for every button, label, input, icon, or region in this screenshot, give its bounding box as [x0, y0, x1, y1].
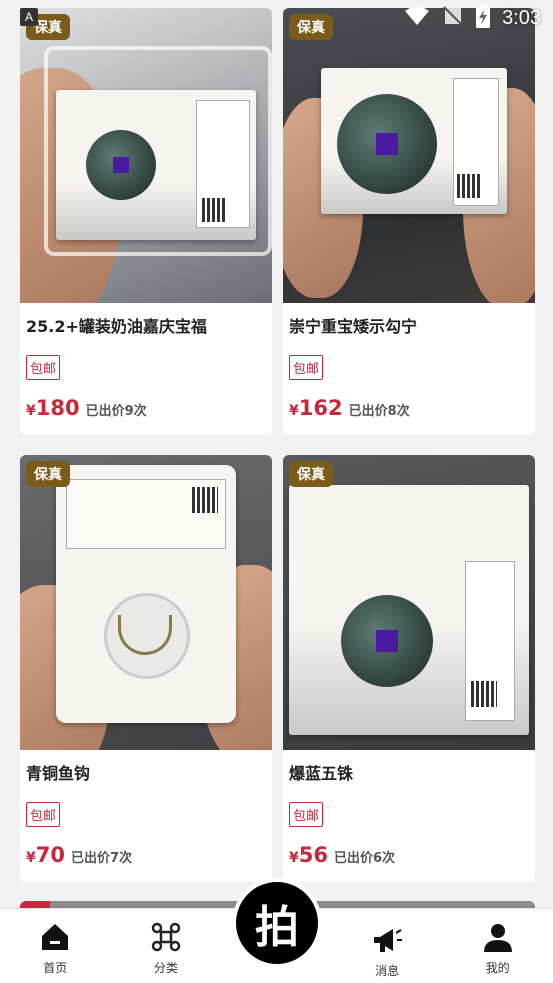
price-row: ¥ 180 已出价9次: [20, 380, 272, 420]
free-shipping-tag: 包邮: [289, 802, 324, 827]
user-icon: [482, 921, 514, 953]
product-price: 180: [35, 396, 80, 420]
nav-category[interactable]: 分类: [111, 909, 222, 983]
nav-mine-label: 我的: [485, 960, 510, 975]
product-image: 保真: [20, 455, 272, 750]
bid-count: 已出价8次: [348, 404, 410, 419]
product-price: 70: [35, 843, 65, 867]
auction-button[interactable]: 拍: [232, 878, 322, 968]
status-bar: 3:03: [404, 0, 553, 36]
product-grid: 保真 25.2+罐装奶油嘉庆宝福 包邮 ¥ 180 已出价9次 保真 崇宁重宝矮…: [20, 8, 535, 882]
product-title: 25.2+罐装奶油嘉庆宝福: [26, 317, 207, 336]
product-image: 保真: [283, 455, 535, 750]
currency-symbol: ¥: [26, 850, 36, 866]
authentic-badge: 保真: [26, 461, 70, 487]
product-card[interactable]: 保真 青铜鱼钩 包邮 ¥ 70 已出价7次: [20, 455, 272, 882]
product-title: 崇宁重宝矮示勾宁: [289, 317, 418, 336]
currency-symbol: ¥: [289, 850, 299, 866]
bid-count: 已出价7次: [70, 851, 133, 866]
nav-home[interactable]: 首页: [0, 909, 111, 983]
product-image: 保真: [283, 8, 535, 303]
price-row: ¥ 162 已出价8次: [283, 380, 535, 420]
bid-count: 已出价6次: [333, 851, 396, 866]
home-icon: [39, 921, 71, 953]
price-row: ¥ 70 已出价7次: [20, 827, 272, 867]
authentic-badge: 保真: [289, 461, 333, 487]
battery-charging-icon: [476, 4, 491, 32]
product-card[interactable]: 保真 崇宁重宝矮示勾宁 包邮 ¥ 162 已出价8次: [283, 8, 535, 435]
product-price: 162: [298, 396, 343, 420]
product-card[interactable]: 保真 爆蓝五铢 包邮 ¥ 56 已出价6次: [283, 455, 535, 882]
no-signal-icon: [442, 5, 464, 31]
product-title: 青铜鱼钩: [26, 764, 91, 783]
bid-count: 已出价9次: [85, 404, 147, 419]
currency-symbol: ¥: [26, 403, 36, 419]
wifi-icon: [404, 5, 430, 31]
notification-a-icon: A: [20, 8, 38, 26]
product-card[interactable]: 保真 25.2+罐装奶油嘉庆宝福 包邮 ¥ 180 已出价9次: [20, 8, 272, 435]
free-shipping-tag: 包邮: [26, 802, 61, 827]
currency-symbol: ¥: [289, 403, 299, 419]
nav-messages[interactable]: 消息: [332, 909, 443, 983]
free-shipping-tag: 包邮: [26, 355, 61, 380]
price-row: ¥ 56 已出价6次: [283, 827, 535, 867]
free-shipping-tag: 包邮: [289, 355, 324, 380]
authentic-badge: 保真: [289, 14, 333, 40]
command-icon: [150, 921, 182, 953]
nav-messages-label: 消息: [375, 963, 400, 978]
product-image: 保真: [20, 8, 272, 303]
megaphone-icon: [371, 924, 403, 956]
status-time: 3:03: [502, 6, 541, 29]
product-title: 爆蓝五铢: [289, 764, 354, 783]
nav-mine[interactable]: 我的: [442, 909, 553, 983]
product-price: 56: [298, 843, 328, 867]
nav-category-label: 分类: [153, 960, 178, 975]
nav-home-label: 首页: [43, 960, 68, 975]
